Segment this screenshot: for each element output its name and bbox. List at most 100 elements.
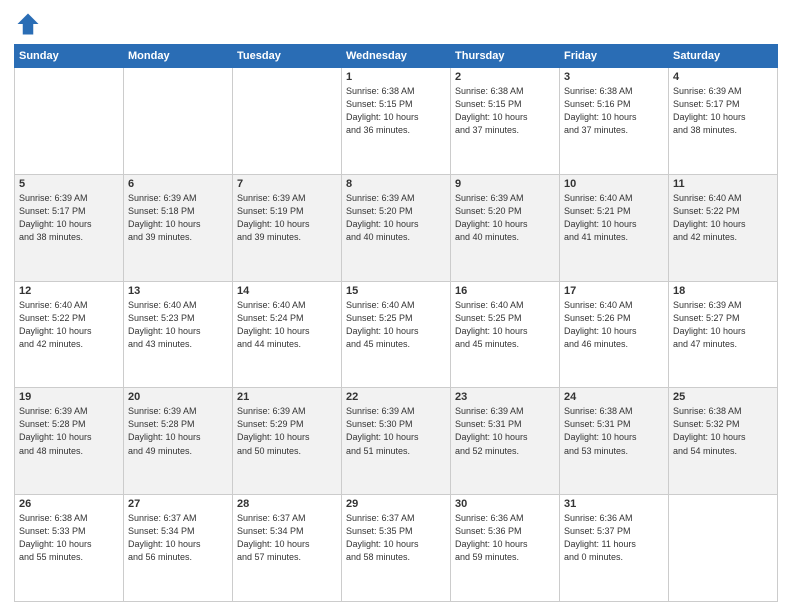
calendar-cell: 25 Sunrise: 6:38 AM Sunset: 5:32 PM Dayli… bbox=[669, 388, 778, 495]
day-number: 9 bbox=[455, 178, 555, 190]
day-number: 8 bbox=[346, 178, 446, 190]
calendar-cell: 19Sunrise: 6:39 AM Sunset: 5:28 PM Dayli… bbox=[15, 388, 124, 495]
calendar-cell: 3 Sunrise: 6:38 AM Sunset: 5:16 PM Daylig… bbox=[560, 68, 669, 175]
calendar-cell: 10 Sunrise: 6:40 AM Sunset: 5:21 PM Dayli… bbox=[560, 174, 669, 281]
day-of-week-header: Wednesday bbox=[342, 45, 451, 68]
calendar-cell: 7Sunrise: 6:39 AM Sunset: 5:19 PM Daylig… bbox=[233, 174, 342, 281]
calendar-cell: 12 Sunrise: 6:40 AM Sunset: 5:22 PM Dayli… bbox=[15, 281, 124, 388]
calendar-cell: 31Sunrise: 6:36 AM Sunset: 5:37 PM Dayli… bbox=[560, 495, 669, 602]
day-info: Sunrise: 6:39 AM Sunset: 5:30 PM Dayligh… bbox=[346, 405, 446, 457]
day-info: Sunrise: 6:39 AM Sunset: 5:20 PM Dayligh… bbox=[455, 192, 555, 244]
day-info: Sunrise: 6:39 AM Sunset: 5:28 PM Dayligh… bbox=[128, 405, 228, 457]
day-info: Sunrise: 6:37 AM Sunset: 5:35 PM Dayligh… bbox=[346, 512, 446, 564]
calendar-week-row: 12 Sunrise: 6:40 AM Sunset: 5:22 PM Dayli… bbox=[15, 281, 778, 388]
day-info: Sunrise: 6:38 AM Sunset: 5:31 PM Dayligh… bbox=[564, 405, 664, 457]
calendar-cell: 26 Sunrise: 6:38 AM Sunset: 5:33 PM Dayli… bbox=[15, 495, 124, 602]
day-info: Sunrise: 6:38 AM Sunset: 5:15 PM Dayligh… bbox=[346, 85, 446, 137]
day-info: Sunrise: 6:39 AM Sunset: 5:17 PM Dayligh… bbox=[19, 192, 119, 244]
calendar-week-row: 5 Sunrise: 6:39 AM Sunset: 5:17 PM Daylig… bbox=[15, 174, 778, 281]
calendar-cell: 22 Sunrise: 6:39 AM Sunset: 5:30 PM Dayli… bbox=[342, 388, 451, 495]
calendar-cell: 30 Sunrise: 6:36 AM Sunset: 5:36 PM Dayli… bbox=[451, 495, 560, 602]
calendar-cell: 18Sunrise: 6:39 AM Sunset: 5:27 PM Dayli… bbox=[669, 281, 778, 388]
day-number: 5 bbox=[19, 178, 119, 190]
day-info: Sunrise: 6:40 AM Sunset: 5:22 PM Dayligh… bbox=[673, 192, 773, 244]
day-info: Sunrise: 6:40 AM Sunset: 5:24 PM Dayligh… bbox=[237, 299, 337, 351]
day-number: 20 bbox=[128, 391, 228, 403]
calendar-cell: 5 Sunrise: 6:39 AM Sunset: 5:17 PM Daylig… bbox=[15, 174, 124, 281]
calendar-cell: 29 Sunrise: 6:37 AM Sunset: 5:35 PM Dayli… bbox=[342, 495, 451, 602]
day-number: 15 bbox=[346, 285, 446, 297]
day-info: Sunrise: 6:39 AM Sunset: 5:29 PM Dayligh… bbox=[237, 405, 337, 457]
day-number: 27 bbox=[128, 498, 228, 510]
day-of-week-header: Monday bbox=[124, 45, 233, 68]
day-info: Sunrise: 6:39 AM Sunset: 5:17 PM Dayligh… bbox=[673, 85, 773, 137]
day-number: 6 bbox=[128, 178, 228, 190]
day-info: Sunrise: 6:39 AM Sunset: 5:27 PM Dayligh… bbox=[673, 299, 773, 351]
calendar-cell: 1 Sunrise: 6:38 AM Sunset: 5:15 PM Daylig… bbox=[342, 68, 451, 175]
day-number: 22 bbox=[346, 391, 446, 403]
day-number: 23 bbox=[455, 391, 555, 403]
day-number: 3 bbox=[564, 71, 664, 83]
calendar-cell: 16 Sunrise: 6:40 AM Sunset: 5:25 PM Dayli… bbox=[451, 281, 560, 388]
day-info: Sunrise: 6:38 AM Sunset: 5:33 PM Dayligh… bbox=[19, 512, 119, 564]
day-info: Sunrise: 6:40 AM Sunset: 5:25 PM Dayligh… bbox=[346, 299, 446, 351]
day-number: 24 bbox=[564, 391, 664, 403]
calendar-cell: 15 Sunrise: 6:40 AM Sunset: 5:25 PM Dayli… bbox=[342, 281, 451, 388]
day-of-week-header: Sunday bbox=[15, 45, 124, 68]
calendar-cell: 2Sunrise: 6:38 AM Sunset: 5:15 PM Daylig… bbox=[451, 68, 560, 175]
logo bbox=[14, 10, 46, 38]
day-of-week-header: Thursday bbox=[451, 45, 560, 68]
day-number: 30 bbox=[455, 498, 555, 510]
header bbox=[14, 10, 778, 38]
day-info: Sunrise: 6:39 AM Sunset: 5:31 PM Dayligh… bbox=[455, 405, 555, 457]
calendar-cell: 6Sunrise: 6:39 AM Sunset: 5:18 PM Daylig… bbox=[124, 174, 233, 281]
calendar-cell bbox=[15, 68, 124, 175]
day-info: Sunrise: 6:40 AM Sunset: 5:22 PM Dayligh… bbox=[19, 299, 119, 351]
day-info: Sunrise: 6:37 AM Sunset: 5:34 PM Dayligh… bbox=[237, 512, 337, 564]
page: SundayMondayTuesdayWednesdayThursdayFrid… bbox=[0, 0, 792, 612]
day-number: 21 bbox=[237, 391, 337, 403]
calendar-cell bbox=[233, 68, 342, 175]
calendar-week-row: 1 Sunrise: 6:38 AM Sunset: 5:15 PM Daylig… bbox=[15, 68, 778, 175]
day-info: Sunrise: 6:36 AM Sunset: 5:36 PM Dayligh… bbox=[455, 512, 555, 564]
calendar-cell: 9 Sunrise: 6:39 AM Sunset: 5:20 PM Daylig… bbox=[451, 174, 560, 281]
calendar-cell bbox=[124, 68, 233, 175]
calendar-cell: 14 Sunrise: 6:40 AM Sunset: 5:24 PM Dayli… bbox=[233, 281, 342, 388]
day-info: Sunrise: 6:39 AM Sunset: 5:28 PM Dayligh… bbox=[19, 405, 119, 457]
calendar-cell: 20 Sunrise: 6:39 AM Sunset: 5:28 PM Dayli… bbox=[124, 388, 233, 495]
logo-icon bbox=[14, 10, 42, 38]
day-of-week-header: Tuesday bbox=[233, 45, 342, 68]
day-info: Sunrise: 6:40 AM Sunset: 5:26 PM Dayligh… bbox=[564, 299, 664, 351]
calendar-cell: 17 Sunrise: 6:40 AM Sunset: 5:26 PM Dayli… bbox=[560, 281, 669, 388]
calendar-cell: 28 Sunrise: 6:37 AM Sunset: 5:34 PM Dayli… bbox=[233, 495, 342, 602]
day-number: 13 bbox=[128, 285, 228, 297]
day-number: 12 bbox=[19, 285, 119, 297]
day-number: 31 bbox=[564, 498, 664, 510]
day-number: 14 bbox=[237, 285, 337, 297]
calendar-week-row: 19Sunrise: 6:39 AM Sunset: 5:28 PM Dayli… bbox=[15, 388, 778, 495]
day-info: Sunrise: 6:40 AM Sunset: 5:25 PM Dayligh… bbox=[455, 299, 555, 351]
day-number: 26 bbox=[19, 498, 119, 510]
day-number: 1 bbox=[346, 71, 446, 83]
day-number: 17 bbox=[564, 285, 664, 297]
day-number: 11 bbox=[673, 178, 773, 190]
day-info: Sunrise: 6:38 AM Sunset: 5:32 PM Dayligh… bbox=[673, 405, 773, 457]
day-info: Sunrise: 6:39 AM Sunset: 5:20 PM Dayligh… bbox=[346, 192, 446, 244]
day-of-week-header: Friday bbox=[560, 45, 669, 68]
day-number: 29 bbox=[346, 498, 446, 510]
day-number: 16 bbox=[455, 285, 555, 297]
calendar-cell: 11 Sunrise: 6:40 AM Sunset: 5:22 PM Dayli… bbox=[669, 174, 778, 281]
day-number: 2 bbox=[455, 71, 555, 83]
day-info: Sunrise: 6:40 AM Sunset: 5:21 PM Dayligh… bbox=[564, 192, 664, 244]
day-info: Sunrise: 6:37 AM Sunset: 5:34 PM Dayligh… bbox=[128, 512, 228, 564]
day-number: 25 bbox=[673, 391, 773, 403]
day-number: 7 bbox=[237, 178, 337, 190]
day-number: 4 bbox=[673, 71, 773, 83]
day-of-week-header: Saturday bbox=[669, 45, 778, 68]
calendar-cell: 8 Sunrise: 6:39 AM Sunset: 5:20 PM Daylig… bbox=[342, 174, 451, 281]
calendar-cell bbox=[669, 495, 778, 602]
calendar-cell: 4 Sunrise: 6:39 AM Sunset: 5:17 PM Daylig… bbox=[669, 68, 778, 175]
day-number: 10 bbox=[564, 178, 664, 190]
day-info: Sunrise: 6:38 AM Sunset: 5:16 PM Dayligh… bbox=[564, 85, 664, 137]
day-number: 28 bbox=[237, 498, 337, 510]
